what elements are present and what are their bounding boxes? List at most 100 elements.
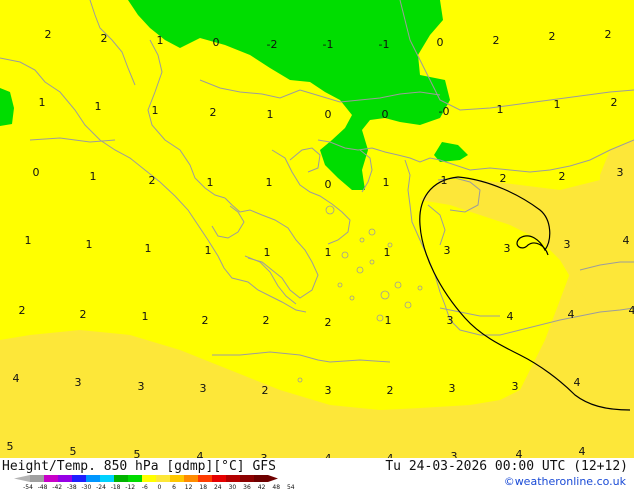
map-value-label: 2 <box>202 314 209 327</box>
map-value-label: 0 <box>437 36 444 49</box>
map-value-label: 1 <box>385 314 392 327</box>
legend-tick-label: 42 <box>258 484 266 490</box>
map-value-label: 1 <box>152 104 159 117</box>
map-title: Height/Temp. 850 hPa [gdmp][°C] GFS <box>2 459 276 474</box>
legend-color-swatch <box>114 475 128 482</box>
map-value-label: 1 <box>383 176 390 189</box>
map-value-label: 2 <box>263 314 270 327</box>
map-value-label: 4 <box>507 310 514 323</box>
legend-color-swatch <box>58 475 72 482</box>
credit-link[interactable]: ©weatheronline.co.uk <box>504 475 626 488</box>
map-value-label: 3 <box>512 380 519 393</box>
map-value-label: 5 <box>70 445 77 458</box>
map-value-label: 2 <box>210 106 217 119</box>
map-value-label: -1 <box>379 38 390 51</box>
map-value-label: 1 <box>325 246 332 259</box>
map-value-label: 3 <box>447 314 454 327</box>
map-value-label: 3 <box>325 384 332 397</box>
map-value-label: 2 <box>549 30 556 43</box>
map-value-label: -2 <box>267 38 278 51</box>
map-value-label: 0 <box>213 36 220 49</box>
map-value-label: 4 <box>629 304 634 317</box>
legend-color-swatch <box>72 475 86 482</box>
map-value-label: 4 <box>574 376 581 389</box>
map-value-label: 3 <box>449 382 456 395</box>
legend-tick-label: -42 <box>52 484 62 490</box>
map-value-label: 1 <box>90 170 97 183</box>
legend-color-swatch <box>30 475 44 482</box>
map-value-label: -1 <box>323 38 334 51</box>
legend-tick-label: -30 <box>81 484 91 490</box>
map-value-label: 1 <box>205 244 212 257</box>
map-value-label: 1 <box>86 238 93 251</box>
map-value-label: 4 <box>516 448 523 458</box>
legend-color-swatch <box>142 475 156 482</box>
legend-tick-label: -48 <box>38 484 48 490</box>
map-value-label: 1 <box>145 242 152 255</box>
map-value-label: 1 <box>267 108 274 121</box>
legend-color-swatch <box>198 475 212 482</box>
legend-color-swatch <box>100 475 114 482</box>
legend-color-swatch <box>184 475 198 482</box>
map-value-label: 1 <box>207 176 214 189</box>
legend-tick-label: 48 <box>272 484 280 490</box>
map-value-label: 4 <box>13 372 20 385</box>
legend-tick-label: -24 <box>96 484 106 490</box>
map-value-label: 4 <box>197 450 204 458</box>
legend-arrow-left <box>14 475 30 482</box>
map-value-label: 1 <box>497 103 504 116</box>
map-value-label: 2 <box>500 172 507 185</box>
legend-color-swatch <box>212 475 226 482</box>
map-value-label: 0 <box>325 178 332 191</box>
map-value-label: 2 <box>149 174 156 187</box>
weather-map: 2 2 1 0 -2 -1 -1 0 2 2 2 1 1 1 2 1 0 0 -0 1 1 2 0 1 2 1 1 0 1 1 2 2 3 1 1 1… <box>0 0 634 458</box>
legend-tick-label: 18 <box>199 484 207 490</box>
legend-tick-label: 6 <box>172 484 176 490</box>
map-value-label: 2 <box>19 304 26 317</box>
map-value-label: 2 <box>387 384 394 397</box>
legend-tick-label: 12 <box>185 484 193 490</box>
map-value-label: -0 <box>439 105 450 118</box>
legend-arrow-right <box>268 475 278 482</box>
map-value-label: 2 <box>493 34 500 47</box>
legend-tick-label: -6 <box>142 484 148 490</box>
map-value-label: 2 <box>559 170 566 183</box>
legend-tick-label: 36 <box>243 484 251 490</box>
map-value-label: 1 <box>95 100 102 113</box>
legend-color-swatch <box>240 475 254 482</box>
map-value-label: 5 <box>7 440 14 453</box>
map-value-label: 1 <box>39 96 46 109</box>
legend-tick-label: -18 <box>111 484 121 490</box>
map-value-label: 3 <box>564 238 571 251</box>
map-value-label: 1 <box>554 98 561 111</box>
forecast-datetime: Tu 24-03-2026 00:00 UTC (12+12) <box>385 459 628 474</box>
map-value-label: 0 <box>325 108 332 121</box>
map-value-label: 2 <box>611 96 618 109</box>
map-value-label: 1 <box>384 246 391 259</box>
legend-tick-label: 54 <box>287 484 295 490</box>
map-value-label: 3 <box>138 380 145 393</box>
map-value-label: 1 <box>264 246 271 259</box>
map-value-label: 1 <box>157 34 164 47</box>
map-value-label: 3 <box>504 242 511 255</box>
map-value-label: 5 <box>134 448 141 458</box>
map-value-label: 3 <box>75 376 82 389</box>
map-svg: 2 2 1 0 -2 -1 -1 0 2 2 2 1 1 1 2 1 0 0 -0 1 1 2 0 1 2 1 1 0 1 1 2 2 3 1 1 1… <box>0 0 634 458</box>
map-value-label: 0 <box>33 166 40 179</box>
legend-tick-label: -54 <box>23 484 33 490</box>
legend-color-swatch <box>170 475 184 482</box>
map-value-label: 1 <box>142 310 149 323</box>
legend-tick-label: 0 <box>157 484 161 490</box>
legend-color-swatch <box>128 475 142 482</box>
map-value-label: 4 <box>623 234 630 247</box>
legend-tick-label: -12 <box>125 484 135 490</box>
legend-color-swatch <box>86 475 100 482</box>
map-value-label: 3 <box>451 450 458 458</box>
legend-color-swatch <box>156 475 170 482</box>
legend-color-swatch <box>226 475 240 482</box>
map-value-label: 2 <box>605 28 612 41</box>
map-value-label: 3 <box>200 382 207 395</box>
legend-color-swatch <box>44 475 58 482</box>
map-value-label: 1 <box>25 234 32 247</box>
map-value-label: 2 <box>325 316 332 329</box>
